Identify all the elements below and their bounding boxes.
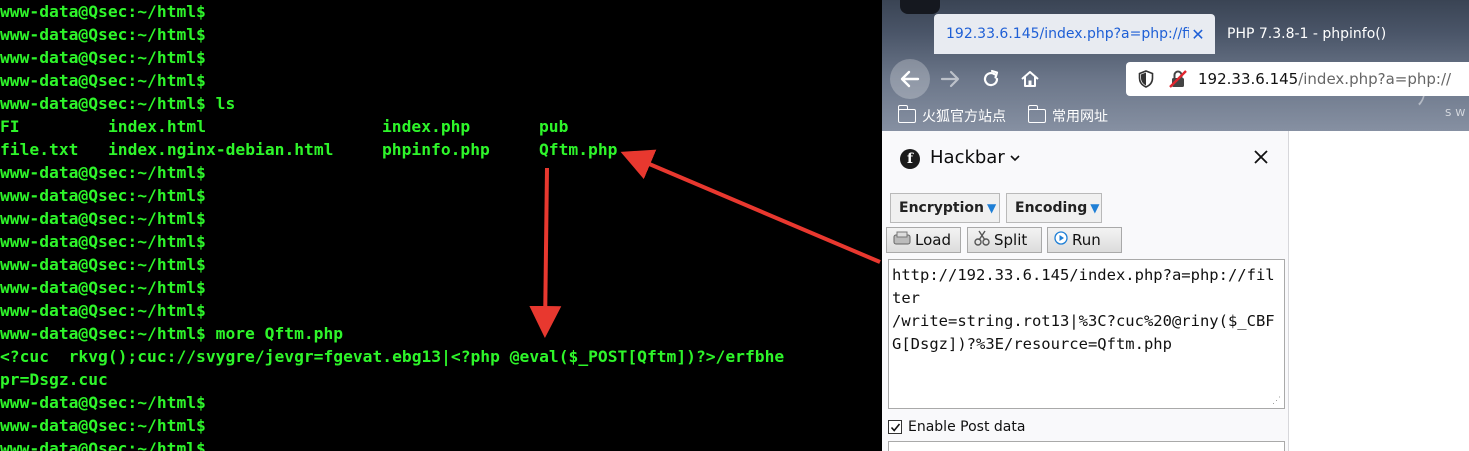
caret-down-icon: ▼ [986, 201, 997, 215]
ls-entry: index.php [382, 117, 471, 136]
terminal-line: www-data@Qsec:~/html$ [0, 25, 206, 44]
play-icon [1054, 231, 1068, 249]
tab-active[interactable]: 192.33.6.145/index.php?a=php://fil ✕ [934, 14, 1215, 54]
tab-title: PHP 7.3.8-1 - phpinfo() [1227, 26, 1387, 42]
arrow-left-icon [900, 70, 920, 88]
load-label: Load [915, 231, 951, 249]
url-host: 192.33.6.145 [1198, 70, 1299, 88]
shield-icon[interactable] [1134, 67, 1158, 91]
terminal-line: www-data@Qsec:~/html$ [0, 255, 206, 274]
url-textarea[interactable]: http://192.33.6.145/index.php?a=php://fi… [888, 259, 1285, 409]
dropdown-label: Encoding [1015, 200, 1088, 216]
insecure-lock-icon[interactable] [1164, 67, 1192, 91]
terminal-line: www-data@Qsec:~/html$ [0, 232, 206, 251]
ls-entry: pub [539, 117, 569, 136]
load-button[interactable]: Load [886, 227, 961, 253]
ls-entry: index.nginx-debian.html [108, 140, 334, 159]
url-bar[interactable]: 192.33.6.145/index.php?a=php:// [1126, 62, 1469, 96]
tab-close-icon[interactable]: ✕ [1189, 25, 1207, 44]
enable-post-checkbox[interactable] [888, 420, 902, 434]
tab-title: 192.33.6.145/index.php?a=php://fil [946, 26, 1189, 42]
folder-icon [897, 105, 916, 123]
bookmarks-bar: 火狐官方站点 常用网址 [882, 102, 1469, 130]
reload-button[interactable] [976, 64, 1006, 94]
url-text[interactable]: 192.33.6.145/index.php?a=php:// [1198, 70, 1451, 88]
bookmark-label: 火狐官方站点 [922, 109, 1006, 125]
bookmark-firefox-official[interactable]: 火狐官方站点 [897, 105, 1006, 126]
navigation-bar: 192.33.6.145/index.php?a=php:// [882, 54, 1469, 102]
bookmark-common-sites[interactable]: 常用网址 [1027, 105, 1108, 126]
bookmark-label: 常用网址 [1052, 109, 1108, 125]
hackbar-title[interactable]: Hackbar [930, 147, 1005, 168]
split-label: Split [994, 231, 1028, 249]
encryption-dropdown[interactable]: Encryption ▼ [890, 193, 1000, 223]
close-icon[interactable] [1254, 145, 1268, 170]
split-button[interactable]: Split [967, 227, 1042, 253]
url-textarea-value: http://192.33.6.145/index.php?a=php://fi… [892, 266, 1275, 353]
split-icon [974, 230, 990, 250]
hackbar-logo-icon: f [900, 149, 920, 169]
theme-art [900, 0, 940, 14]
run-label: Run [1072, 231, 1101, 249]
home-button[interactable] [1015, 64, 1045, 94]
terminal-line: <?cuc rkvg();cuc://svygre/jevgr=fgevat.e… [0, 347, 785, 366]
terminal-line: www-data@Qsec:~/html$ [0, 71, 206, 90]
ls-entry: FI [0, 117, 20, 136]
folder-icon [1027, 105, 1046, 123]
page-content [1289, 131, 1469, 451]
terminal-line: www-data@Qsec:~/html$ [0, 209, 206, 228]
chevron-down-icon[interactable] [1010, 151, 1020, 165]
terminal-line: www-data@Qsec:~/html$ [0, 301, 206, 320]
ls-entry: file.txt [0, 140, 79, 159]
arrow-right-icon [940, 70, 960, 88]
home-icon [1021, 71, 1039, 87]
enable-post-row[interactable]: Enable Post data [888, 419, 1025, 435]
terminal-line: www-data@Qsec:~/html$ [0, 186, 206, 205]
tab-phpinfo[interactable]: PHP 7.3.8-1 - phpinfo() [1215, 14, 1469, 54]
run-button[interactable]: Run [1047, 227, 1122, 253]
ls-entry: index.html [108, 117, 207, 136]
enable-post-label: Enable Post data [908, 419, 1026, 435]
terminal-line: pr=Dsgz.cuc [0, 370, 108, 389]
terminal-line: www-data@Qsec:~/html$ [0, 393, 206, 412]
resize-grip-icon[interactable]: ⋰ [1272, 396, 1282, 406]
load-icon [893, 231, 911, 249]
terminal-line: www-data@Qsec:~/html$ [0, 163, 206, 182]
terminal-line: www-data@Qsec:~/html$ [0, 278, 206, 297]
forward-button[interactable] [935, 64, 965, 94]
ls-entry: phpinfo.php [382, 140, 490, 159]
terminal-line: www-data@Qsec:~/html$ [0, 439, 206, 451]
terminal-line: www-data@Qsec:~/html$ [0, 2, 206, 21]
ls-entry: Qftm.php [539, 140, 618, 159]
url-path: /index.php?a=php:// [1298, 70, 1452, 88]
browser-window: ﾉ SW 192.33.6.145/index.php?a=php://fil … [882, 0, 1469, 451]
back-button[interactable] [890, 59, 930, 99]
terminal-line: www-data@Qsec:~/html$ [0, 416, 206, 435]
encoding-dropdown[interactable]: Encoding ▼ [1006, 193, 1102, 223]
hackbar-header: f Hackbar [882, 131, 1289, 187]
hackbar-panel: f Hackbar Encryption ▼ Encoding ▼ Load S… [882, 131, 1289, 451]
terminal-window[interactable]: www-data@Qsec:~/html$ www-data@Qsec:~/htm… [0, 0, 882, 451]
terminal-line: www-data@Qsec:~/html$ more Qftm.php [0, 324, 344, 343]
caret-down-icon: ▼ [1090, 201, 1100, 215]
dropdown-label: Encryption [899, 200, 984, 216]
post-data-textarea[interactable] [888, 441, 1285, 451]
reload-icon [983, 69, 999, 87]
terminal-line: www-data@Qsec:~/html$ [0, 48, 206, 67]
terminal-line: www-data@Qsec:~/html$ ls [0, 94, 236, 113]
